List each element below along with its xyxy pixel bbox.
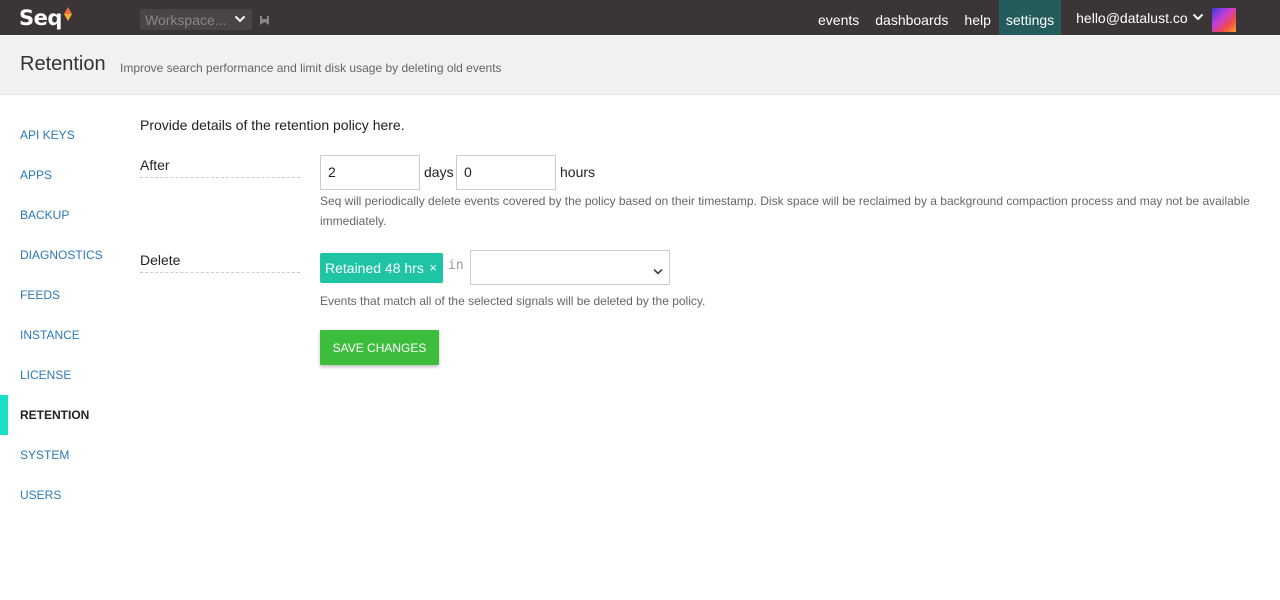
signal-chip[interactable]: Retained 48 hrs ×	[320, 253, 443, 283]
page-header: Retention Improve search performance and…	[0, 35, 1280, 95]
workspace-label: Workspace...	[145, 11, 227, 28]
in-connector: in	[448, 258, 464, 273]
page-subtitle: Improve search performance and limit dis…	[120, 61, 502, 75]
chevron-down-icon	[1192, 0, 1204, 40]
sidebar-item-diagnostics[interactable]: DIAGNOSTICS	[0, 235, 120, 275]
delete-label: Delete	[140, 252, 300, 273]
sidebar-item-label: RETENTION	[20, 408, 90, 422]
days-input[interactable]: 2	[320, 155, 420, 190]
user-email: hello@datalust.co	[1076, 9, 1188, 26]
nav-dashboards[interactable]: dashboards	[868, 0, 955, 35]
signal-group-select[interactable]	[470, 250, 670, 285]
seq-logo[interactable]: Seq	[19, 4, 72, 32]
signal-chip-label: Retained 48 hrs	[325, 260, 424, 276]
settings-sidebar: API KEYS APPS BACKUP DIAGNOSTICS FEEDS I…	[0, 115, 120, 515]
avatar[interactable]	[1211, 7, 1236, 32]
page-title: Retention	[20, 53, 106, 75]
pin-workspace-icon[interactable]	[259, 13, 270, 25]
main-nav: events dashboards help settings hello@da…	[811, 0, 1236, 35]
sidebar-item-users[interactable]: USERS	[0, 475, 120, 515]
workspace-selector[interactable]: Workspace...	[140, 9, 252, 30]
sidebar-item-license[interactable]: LICENSE	[0, 355, 120, 395]
sidebar-item-system[interactable]: SYSTEM	[0, 435, 120, 475]
days-unit-label: days	[424, 164, 454, 180]
sidebar-item-api-keys[interactable]: API KEYS	[0, 115, 120, 155]
top-navigation-bar: Seq Workspace... events dashboards help …	[0, 0, 1280, 35]
sidebar-item-retention[interactable]: RETENTION	[0, 395, 120, 435]
sidebar-item-feeds[interactable]: FEEDS	[0, 275, 120, 315]
after-help-text: Seq will periodically delete events cove…	[320, 194, 1250, 228]
chevron-down-icon	[653, 263, 663, 281]
delete-help-text: Events that match all of the selected si…	[320, 294, 706, 308]
logo-text: Seq	[19, 6, 62, 30]
form-intro: Provide details of the retention policy …	[140, 117, 405, 133]
logo-mark-icon	[63, 7, 72, 21]
remove-signal-icon[interactable]: ×	[429, 253, 437, 283]
nav-help[interactable]: help	[957, 0, 997, 35]
hours-unit-label: hours	[560, 164, 596, 180]
save-changes-button[interactable]: SAVE CHANGES	[320, 330, 439, 365]
sidebar-item-instance[interactable]: INSTANCE	[0, 315, 120, 355]
after-label: After	[140, 157, 300, 178]
active-marker	[0, 395, 8, 435]
hours-input[interactable]: 0	[456, 155, 556, 190]
nav-events[interactable]: events	[811, 0, 866, 35]
sidebar-item-backup[interactable]: BACKUP	[0, 195, 120, 235]
sidebar-item-apps[interactable]: APPS	[0, 155, 120, 195]
user-menu[interactable]: hello@datalust.co	[1061, 0, 1236, 35]
chevron-down-icon	[234, 12, 246, 26]
nav-settings[interactable]: settings	[998, 0, 1062, 35]
